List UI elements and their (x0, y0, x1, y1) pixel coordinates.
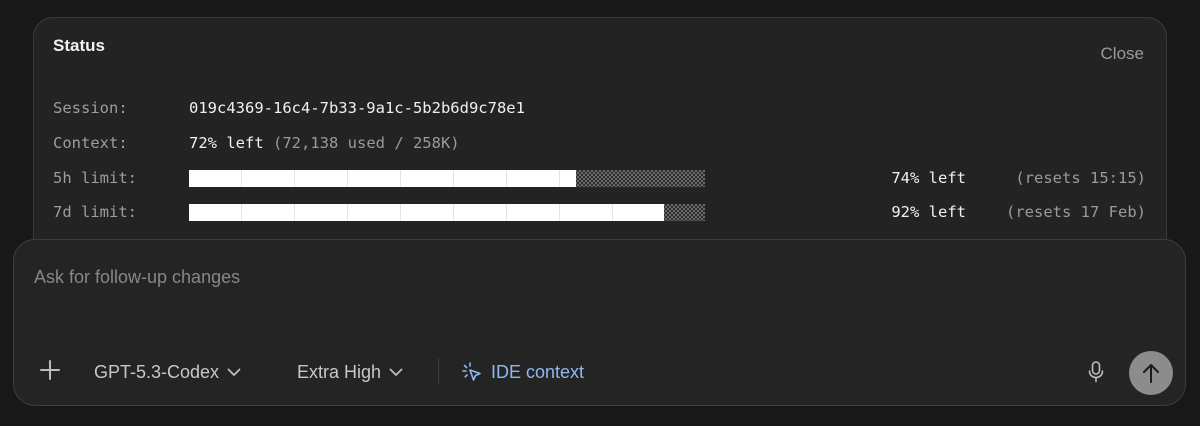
add-button[interactable] (36, 352, 64, 392)
chevron-down-icon (389, 368, 403, 377)
resets-5h: (resets 15:15) (1015, 169, 1146, 187)
composer-toolbar: GPT-5.3-Codex Extra High IDE context (14, 351, 1185, 395)
progress-bar-5h (189, 170, 705, 187)
context-detail: (72,138 used / 258K) (273, 134, 460, 152)
limit-label-7d: 7d limit: (53, 203, 137, 221)
session-id: 019c4369-16c4-7b33-9a1c-5b2b6d9c78e1 (189, 99, 525, 117)
pct-left-7d: 92% left (891, 203, 966, 221)
session-label: Session: (53, 99, 128, 117)
close-button[interactable]: Close (1101, 44, 1144, 64)
model-label: GPT-5.3-Codex (94, 361, 220, 382)
prompt-input[interactable] (34, 264, 1134, 290)
context-value: 72% left (72,138 used / 258K) (189, 133, 460, 153)
ide-context-toggle[interactable]: IDE context (461, 352, 584, 392)
context-label: Context: (53, 134, 128, 152)
status-panel: Status Close Session: 019c4369-16c4-7b33… (33, 17, 1167, 267)
progress-bar-7d (189, 204, 705, 221)
context-left: 72% left (189, 134, 264, 152)
microphone-button[interactable] (1084, 352, 1108, 392)
plus-icon (39, 359, 61, 386)
session-row: Session: 019c4369-16c4-7b33-9a1c-5b2b6d9… (53, 98, 1153, 118)
chevron-down-icon (227, 368, 241, 377)
progress-bar-5h-fill (189, 170, 576, 187)
progress-bar-7d-fill (189, 204, 664, 221)
status-title: Status (53, 36, 105, 55)
effort-label: Extra High (297, 361, 382, 382)
toolbar-divider (438, 358, 439, 384)
ide-context-label: IDE context (491, 361, 585, 382)
limit-row-5h: 5h limit: 74% left (resets 15:15) (53, 168, 1148, 188)
limit-row-7d: 7d limit: 92% left (resets 17 Feb) (53, 202, 1148, 222)
pct-left-5h: 74% left (891, 169, 966, 187)
model-selector[interactable]: GPT-5.3-Codex (94, 352, 241, 392)
limit-label-5h: 5h limit: (53, 169, 137, 187)
arrow-up-icon (1141, 362, 1161, 384)
resets-7d: (resets 17 Feb) (1006, 203, 1146, 221)
cursor-click-icon (461, 361, 483, 383)
composer: GPT-5.3-Codex Extra High IDE context (13, 239, 1186, 406)
microphone-icon (1087, 360, 1105, 384)
send-button[interactable] (1129, 351, 1173, 395)
effort-selector[interactable]: Extra High (297, 352, 403, 392)
context-row: Context: 72% left (72,138 used / 258K) (53, 133, 1153, 153)
